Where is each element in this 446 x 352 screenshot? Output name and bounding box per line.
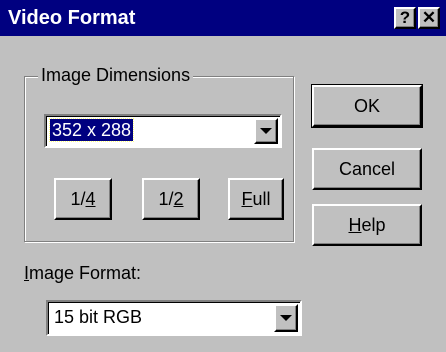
image-format-select[interactable]: 15 bit RGB <box>46 300 302 336</box>
image-dimensions-label: Image Dimensions <box>38 63 194 87</box>
chevron-down-icon <box>280 315 292 321</box>
title-bar[interactable]: Video Format ? ✕ <box>0 0 446 36</box>
ok-label: OK <box>353 95 380 116</box>
quarter-size-button[interactable]: 1/4 <box>54 178 112 220</box>
image-dimensions-dropdown-button[interactable] <box>254 118 278 144</box>
cancel-button[interactable]: Cancel <box>312 148 422 190</box>
help-label: Help <box>348 214 386 235</box>
image-dimensions-select[interactable]: 352 x 288 <box>44 114 282 148</box>
chevron-down-icon <box>260 128 272 134</box>
ok-button[interactable]: OK <box>311 84 423 128</box>
half-size-label: 1/2 <box>158 188 184 209</box>
help-title-button[interactable]: ? <box>394 7 416 29</box>
image-format-label: Image Format: <box>24 263 142 283</box>
quarter-size-label: 1/4 <box>70 188 96 209</box>
full-size-label: Full <box>241 188 271 209</box>
window-title: Video Format <box>8 7 136 29</box>
image-format-value: 15 bit RGB <box>54 307 143 327</box>
help-button[interactable]: Help <box>312 204 422 246</box>
close-button[interactable]: ✕ <box>418 7 440 29</box>
image-format-dropdown-button[interactable] <box>274 304 298 332</box>
cancel-label: Cancel <box>338 158 396 179</box>
half-size-button[interactable]: 1/2 <box>142 178 200 220</box>
image-dimensions-value: 352 x 288 <box>48 118 135 142</box>
full-size-button[interactable]: Full <box>228 178 284 220</box>
help-icon: ? <box>399 8 411 27</box>
close-icon: ✕ <box>421 8 437 27</box>
video-format-dialog: Video Format ? ✕ Image Dimensions 352 x … <box>0 0 446 352</box>
